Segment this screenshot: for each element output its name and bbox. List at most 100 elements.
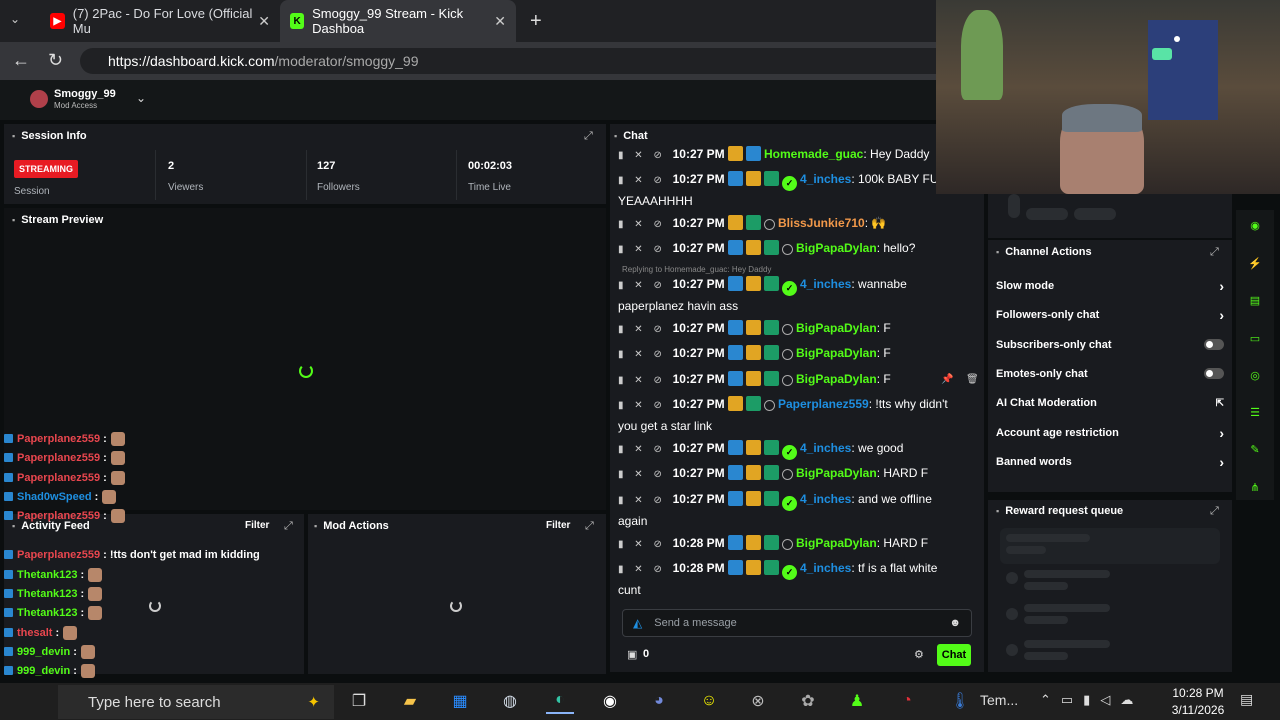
- send-chat-button[interactable]: Chat: [937, 644, 971, 666]
- channel-action-item[interactable]: Account age restriction ›: [996, 419, 1224, 447]
- chevron-right-icon[interactable]: ›: [1219, 454, 1224, 470]
- chat-username[interactable]: BigPapaDylan: [796, 241, 877, 255]
- list-icon[interactable]: ☰: [1244, 401, 1266, 423]
- chat-message[interactable]: ▮ ✕ ⊘ 10:28 PM BigPapaDylan: HARD F: [618, 534, 968, 556]
- url-field[interactable]: https://dashboard.kick.com/moderator/smo…: [80, 48, 950, 74]
- mod-tools-icon[interactable]: ▮ ✕ ⊘: [618, 175, 673, 186]
- broadcast-icon[interactable]: ◎: [1244, 364, 1266, 386]
- chat-username[interactable]: 4_inches: [800, 441, 851, 455]
- chat-username[interactable]: BigPapaDylan: [796, 321, 877, 335]
- edge-icon[interactable]: ◐: [546, 688, 574, 714]
- mod-tools-icon[interactable]: ▮ ✕ ⊘: [618, 539, 673, 550]
- chat-message[interactable]: ▮ ✕ ⊘ 10:27 PM ✓ 4_inches: and we offline…: [618, 490, 968, 531]
- tab-kick[interactable]: K Smoggy_99 Stream - Kick Dashboa ✕: [280, 0, 516, 42]
- tab-youtube[interactable]: ▶ (7) 2Pac - Do For Love (Official Mu ✕: [40, 0, 280, 42]
- chat-message[interactable]: ▮ ✕ ⊘ 10:27 PM BigPapaDylan: F: [618, 344, 968, 366]
- message-icon[interactable]: ▭: [1244, 327, 1266, 349]
- chat-message[interactable]: ▮ ✕ ⊘ 10:27 PM Homemade_guac: Hey Daddy: [618, 145, 968, 167]
- back-icon[interactable]: ←: [12, 50, 30, 71]
- notification-icon[interactable]: ▤: [1240, 691, 1253, 708]
- channel-action-item[interactable]: Slow mode ›: [996, 272, 1224, 300]
- mod-tools-icon[interactable]: ▮ ✕ ⊘: [618, 150, 673, 161]
- mod-tools-icon[interactable]: ▮ ✕ ⊘: [618, 219, 673, 230]
- channel-action-item[interactable]: AI Chat Moderation ⇱: [996, 389, 1224, 417]
- mod-tools-icon[interactable]: ▮ ✕ ⊘: [618, 444, 673, 455]
- expand-icon[interactable]: ⤢: [585, 520, 594, 533]
- mod-filter-button[interactable]: Filter: [546, 520, 570, 531]
- chat-username[interactable]: BigPapaDylan: [796, 466, 877, 480]
- mod-tools-icon[interactable]: ▮ ✕ ⊘: [618, 400, 673, 411]
- xbox-icon[interactable]: ⊗: [744, 688, 772, 714]
- chevron-right-icon[interactable]: ›: [1219, 307, 1224, 323]
- chat-message[interactable]: ▮ ✕ ⊘ 10:27 PM ✓ 4_inches: we good: [618, 439, 968, 461]
- chat-username[interactable]: BigPapaDylan: [796, 536, 877, 550]
- chat-message[interactable]: ▮ ✕ ⊘ 10:27 PM Paperplanez559: !tts why …: [618, 395, 968, 436]
- chat-message[interactable]: ▮ ✕ ⊘ 10:27 PM BigPapaDylan: HARD F: [618, 464, 968, 486]
- close-icon[interactable]: ✕: [258, 13, 270, 30]
- channel-action-item[interactable]: Banned words ›: [996, 448, 1224, 476]
- store-icon[interactable]: ▦: [446, 688, 474, 714]
- share-icon[interactable]: ⋔: [1244, 476, 1266, 498]
- chevron-right-icon[interactable]: ›: [1219, 425, 1224, 441]
- mod-tools-icon[interactable]: ▮ ✕ ⊘: [618, 280, 673, 291]
- chat-username[interactable]: 4_inches: [800, 277, 851, 291]
- chat-message[interactable]: ▮ ✕ ⊘ 10:28 PM ✓ 4_inches: tf is a flat w…: [618, 559, 968, 600]
- chat-message[interactable]: ▮ ✕ ⊘ 10:27 PM ✓ 4_inches: 100k BABY FU YE…: [618, 170, 968, 211]
- mod-tools-icon[interactable]: ▮ ✕ ⊘: [618, 469, 673, 480]
- chat-message[interactable]: ▮ ✕ ⊘ 10:27 PM BigPapaDylan: F: [618, 319, 968, 341]
- channel-action-item[interactable]: Followers-only chat ›: [996, 301, 1224, 329]
- emoji-icon[interactable]: ☻: [949, 617, 961, 629]
- mod-tools-icon[interactable]: ▮ ✕ ⊘: [618, 564, 673, 575]
- expand-icon[interactable]: ⤢: [1210, 505, 1219, 518]
- app-icon[interactable]: ◔: [893, 688, 921, 714]
- taskbar-search[interactable]: Type here to search ✦: [58, 685, 334, 719]
- close-icon[interactable]: ✕: [494, 13, 506, 30]
- activity-filter-button[interactable]: Filter: [245, 520, 269, 531]
- bolt-icon[interactable]: ⚡: [1244, 252, 1266, 274]
- chat-message[interactable]: ▮ ✕ ⊘ 10:27 PM BigPapaDylan: hello?: [618, 239, 968, 261]
- file-explorer-icon[interactable]: ▰: [396, 688, 424, 714]
- pin-icon[interactable]: 📌: [941, 374, 953, 385]
- mod-tools-icon[interactable]: ▮ ✕ ⊘: [618, 375, 673, 386]
- task-view-icon[interactable]: ❐: [345, 688, 373, 714]
- channel-action-item[interactable]: Subscribers-only chat: [996, 331, 1224, 359]
- new-tab-icon[interactable]: +: [530, 10, 542, 33]
- snapchat-icon[interactable]: ☺: [695, 688, 723, 714]
- chat-username[interactable]: BlissJunkie710: [778, 216, 865, 230]
- delete-icon[interactable]: 🗑: [966, 374, 979, 385]
- document-icon[interactable]: ▤: [1244, 289, 1266, 311]
- expand-icon[interactable]: ⤢: [284, 520, 293, 533]
- obs-icon[interactable]: ◉: [596, 688, 624, 714]
- mod-tools-icon[interactable]: ▮ ✕ ⊘: [618, 349, 673, 360]
- external-link-icon[interactable]: ⇱: [1216, 398, 1224, 409]
- toggle-switch[interactable]: [1204, 368, 1224, 380]
- mod-tools-icon[interactable]: ▮ ✕ ⊘: [618, 244, 673, 255]
- expand-icon[interactable]: ⤢: [1210, 246, 1219, 259]
- clock-time[interactable]: 10:28 PM: [1166, 686, 1230, 700]
- expand-icon[interactable]: ⤢: [584, 130, 593, 143]
- chat-username[interactable]: BigPapaDylan: [796, 372, 877, 386]
- camera-icon[interactable]: ◉: [1244, 214, 1266, 236]
- chat-username[interactable]: 4_inches: [800, 492, 851, 506]
- app-icon[interactable]: ♟: [843, 688, 871, 714]
- chat-message[interactable]: ▮ ✕ ⊘ 10:27 PM BlissJunkie710: 🙌: [618, 214, 968, 236]
- app-icon[interactable]: ✿: [794, 688, 822, 714]
- steam-icon[interactable]: ◍: [496, 688, 524, 714]
- chevron-down-icon[interactable]: ⌄: [136, 91, 146, 105]
- discord-icon[interactable]: ◕: [645, 688, 673, 714]
- chat-message[interactable]: ▮ ✕ ⊘ 10:27 PM BigPapaDylan: F: [618, 370, 968, 392]
- mod-tools-icon[interactable]: ▮ ✕ ⊘: [618, 495, 673, 506]
- channel-action-item[interactable]: Emotes-only chat: [996, 360, 1224, 388]
- chevron-right-icon[interactable]: ›: [1219, 278, 1224, 294]
- chat-username[interactable]: Paperplanez559: [778, 397, 869, 411]
- chat-message[interactable]: ▮ ✕ ⊘ 10:27 PM ✓ 4_inches: wannabe paperpl…: [618, 275, 968, 316]
- tab-list-icon[interactable]: ⌄: [10, 12, 20, 26]
- reload-icon[interactable]: ↻: [48, 50, 63, 71]
- chat-username[interactable]: 4_inches: [800, 561, 851, 575]
- tools-icon[interactable]: ✎: [1244, 438, 1266, 460]
- mod-tools-icon[interactable]: ▮ ✕ ⊘: [618, 324, 673, 335]
- chat-username[interactable]: Homemade_guac: [764, 147, 863, 161]
- chat-username[interactable]: 4_inches: [800, 172, 851, 186]
- gift-icon[interactable]: ▣: [627, 648, 637, 661]
- clock-date[interactable]: 3/11/2026: [1166, 703, 1230, 717]
